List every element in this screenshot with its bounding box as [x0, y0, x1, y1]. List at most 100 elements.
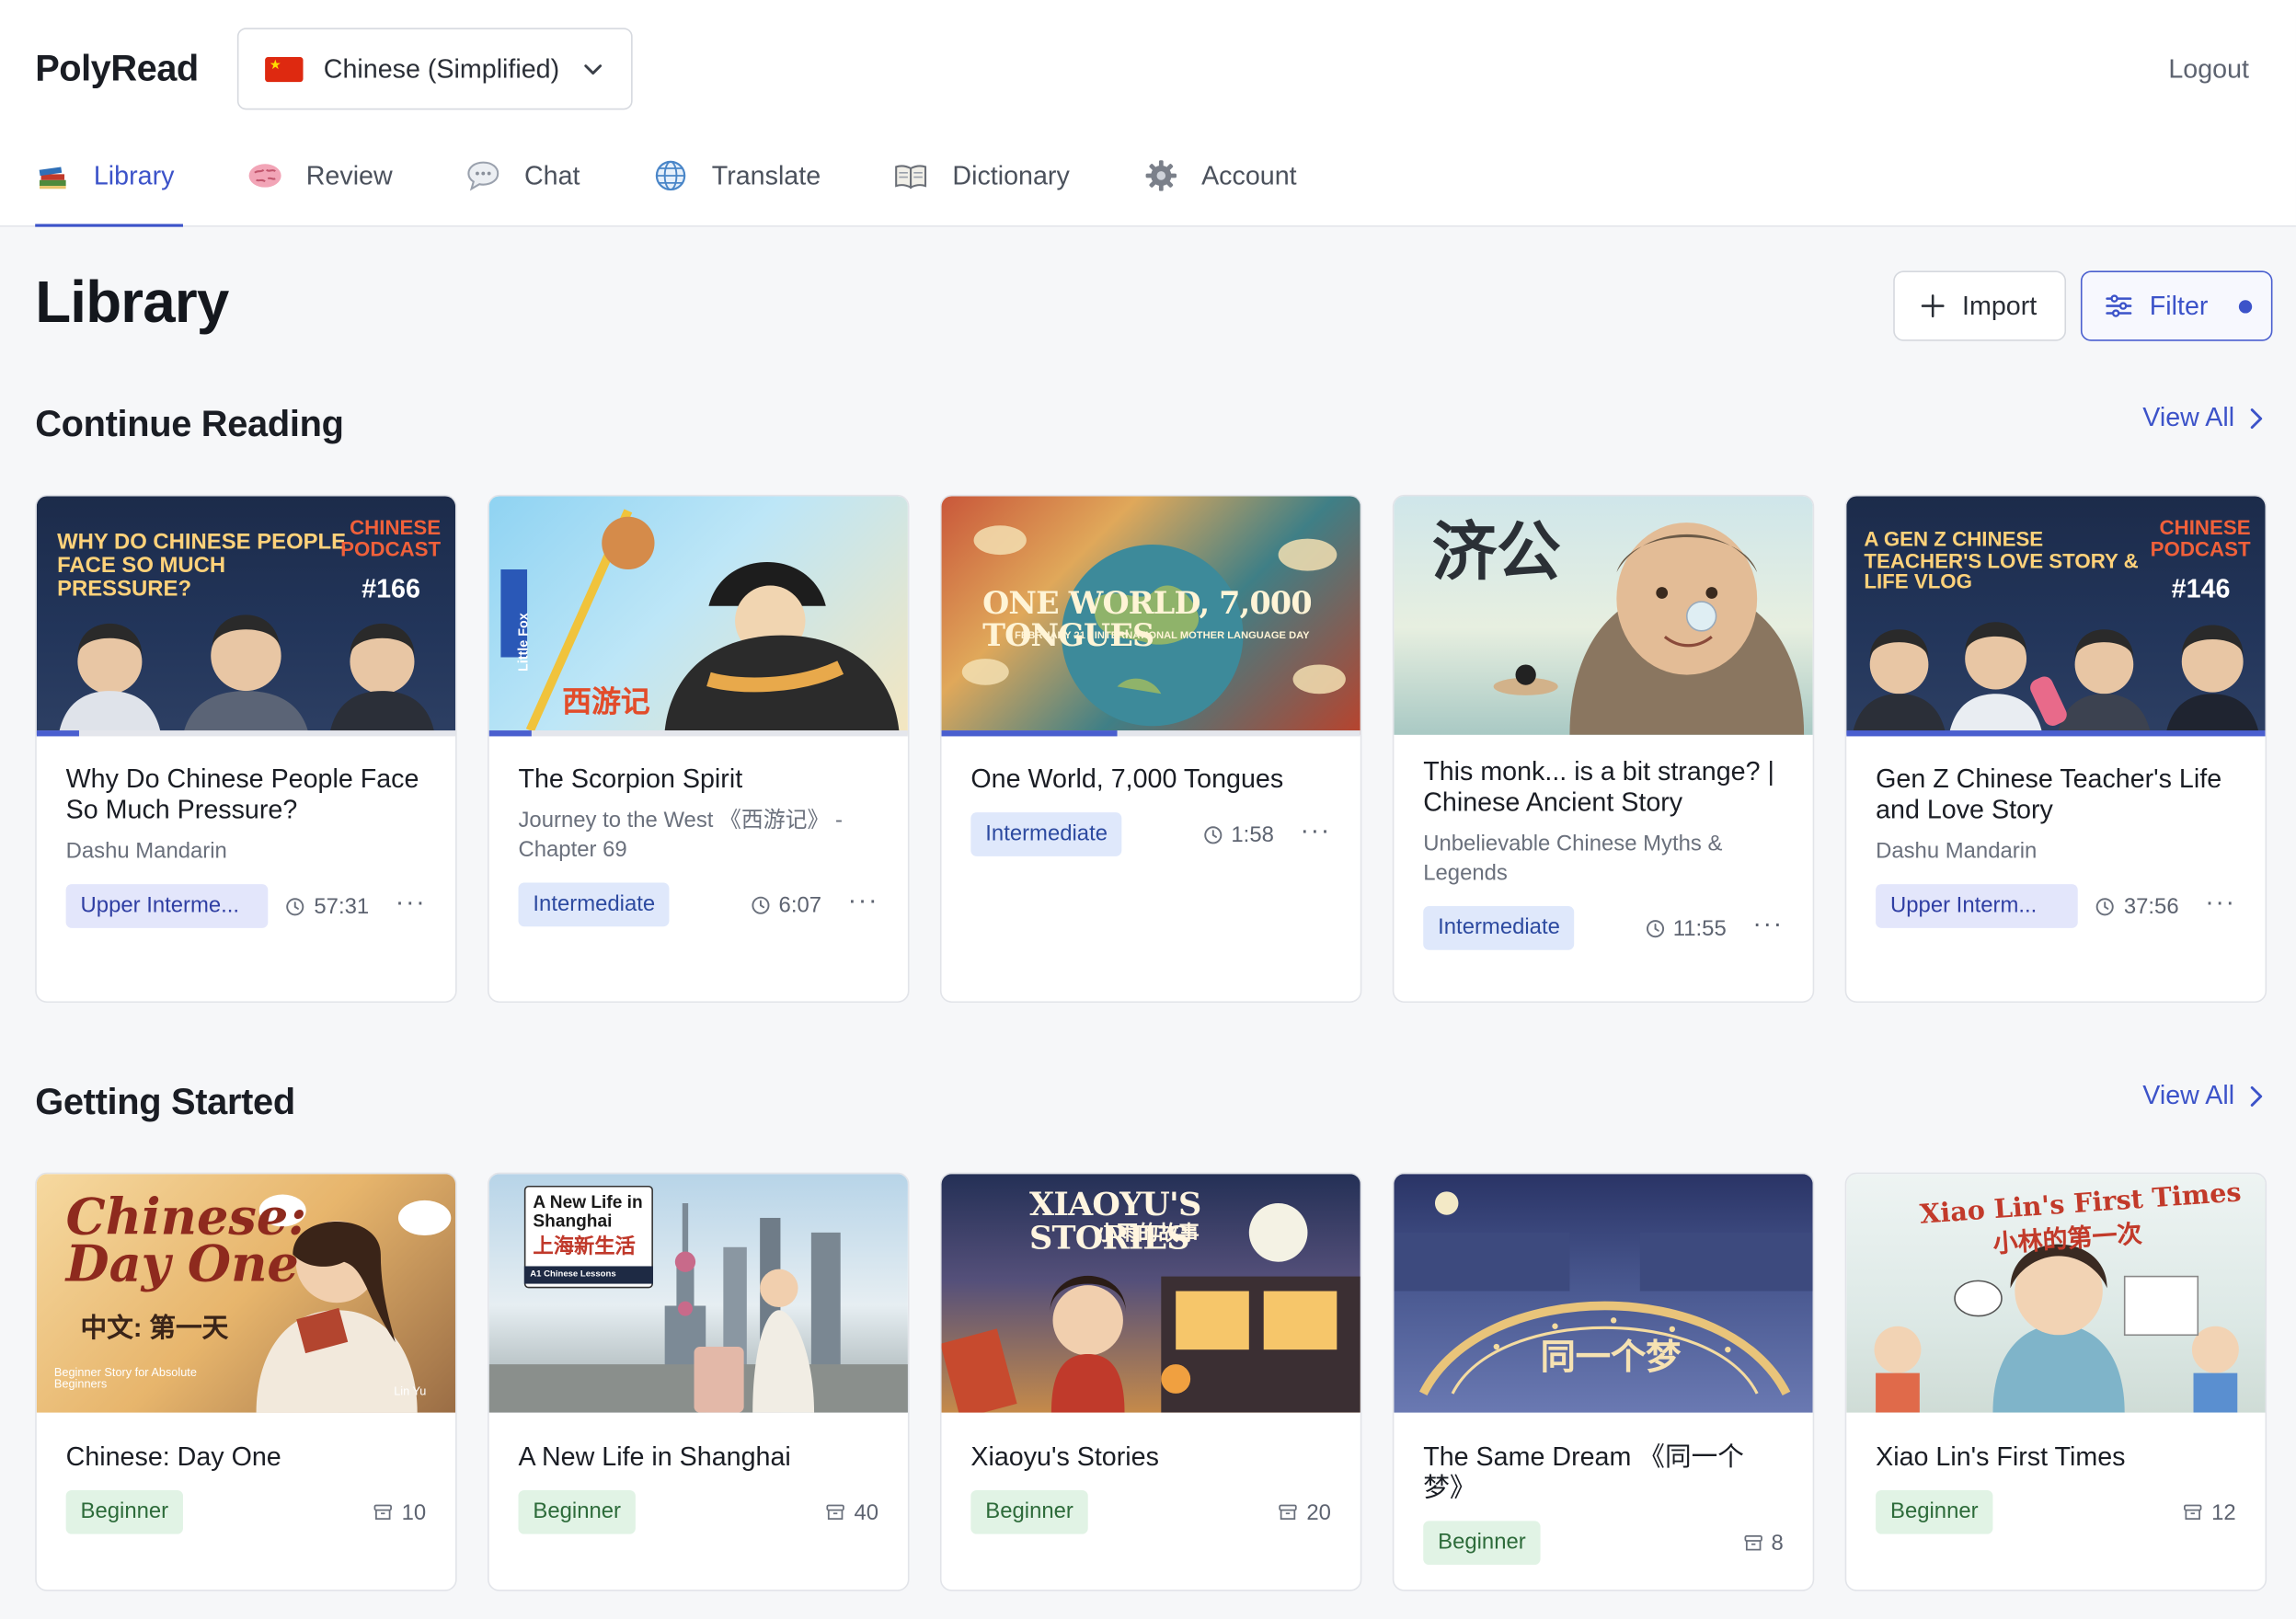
book-title: Chinese: Day One	[65, 1441, 281, 1472]
book-card[interactable]: Xiaoyu's Stories 小雨的故事 Xiaoyu's Stories …	[939, 1172, 1362, 1591]
view-all-continue-reading[interactable]: View All	[2142, 403, 2264, 433]
more-options-icon[interactable]: ···	[2205, 889, 2235, 917]
book-card[interactable]: A New Life in Shanghai 上海新生活 A1 Chinese …	[488, 1172, 910, 1591]
level-badge: Intermediate	[518, 882, 671, 927]
cover-image: 济公	[1394, 496, 1813, 735]
china-flag-icon	[265, 56, 304, 82]
chevron-right-icon	[2250, 408, 2263, 429]
getting-started-list: Chinese: Day One 中文: 第一天 Beginner Story …	[35, 1172, 2267, 1591]
duration: 57:31	[286, 893, 369, 919]
chapter-count: 10	[373, 1499, 426, 1524]
book-title: The Scorpion Spirit	[518, 764, 743, 794]
book-source: Dashu Mandarin	[65, 838, 227, 864]
cover-image: Xiao Lin's First Times 小林的第一次	[1846, 1174, 2266, 1413]
books-icon	[35, 158, 70, 193]
globe-icon	[653, 158, 688, 193]
reading-progress	[1394, 730, 1812, 736]
clock-icon	[2096, 897, 2115, 915]
tab-translate[interactable]: Translate	[653, 142, 821, 226]
chapter-count: 12	[2184, 1499, 2236, 1524]
speech-bubble-icon	[465, 158, 500, 193]
cover-image: 同一个梦	[1394, 1174, 1813, 1413]
language-select[interactable]: Chinese (Simplified)	[236, 28, 633, 110]
more-options-icon[interactable]: ···	[396, 889, 426, 917]
chevron-down-icon	[584, 64, 603, 75]
more-options-icon[interactable]: ···	[848, 887, 878, 916]
app-logo[interactable]: PolyRead	[35, 49, 199, 91]
clock-icon	[1203, 825, 1223, 844]
gear-icon	[1142, 158, 1177, 193]
book-title: The Same Dream 《同一个梦》	[1423, 1441, 1744, 1502]
cover-image: One World, 7,000 Tongues February 21 · I…	[941, 496, 1360, 735]
book-source: Unbelievable Chinese Myths & Legends	[1423, 831, 1723, 886]
level-badge: Upper Interme...	[65, 884, 269, 928]
level-badge: Beginner	[1876, 1489, 1993, 1534]
cover-image: Chinese: Day One 中文: 第一天 Beginner Story …	[36, 1174, 456, 1413]
archive-icon	[826, 1504, 845, 1521]
sliders-icon	[2106, 294, 2132, 317]
import-button[interactable]: Import	[1893, 270, 2067, 341]
book-card[interactable]: 西游记 Little Fox The Scorpion Spirit Journ…	[488, 494, 910, 1004]
book-card[interactable]: Chinese: Day One 中文: 第一天 Beginner Story …	[35, 1172, 457, 1591]
duration: 1:58	[1203, 822, 1274, 847]
level-badge: Beginner	[518, 1489, 636, 1534]
tab-label: Dictionary	[952, 161, 1070, 190]
book-card[interactable]: A Gen Z Chinese teacher's love story & l…	[1844, 494, 2267, 1004]
chapter-count: 8	[1743, 1531, 1784, 1556]
filter-active-indicator	[2238, 299, 2253, 313]
tab-review[interactable]: Review	[247, 142, 393, 226]
tab-dictionary[interactable]: Dictionary	[894, 142, 1070, 226]
reading-progress	[488, 730, 908, 737]
tab-label: Chat	[523, 161, 580, 190]
level-badge: Intermediate	[1423, 906, 1575, 950]
tab-label: Account	[1201, 161, 1297, 190]
book-source: Dashu Mandarin	[1876, 838, 2038, 864]
more-options-icon[interactable]: ···	[1752, 911, 1783, 939]
cover-image: Xiaoyu's Stories 小雨的故事	[941, 1174, 1360, 1413]
tab-chat[interactable]: Chat	[465, 142, 580, 226]
filter-label: Filter	[2149, 290, 2209, 320]
book-title: A New Life in Shanghai	[518, 1441, 791, 1472]
chapter-count: 40	[826, 1499, 878, 1524]
tab-account[interactable]: Account	[1142, 142, 1297, 226]
tab-label: Library	[93, 161, 175, 190]
tab-label: Translate	[711, 161, 821, 190]
archive-icon	[1743, 1535, 1762, 1551]
book-card[interactable]: Why do Chinese people face so much press…	[35, 494, 457, 1004]
book-card[interactable]: 济公 This monk... is a bit strange? | Chin…	[1392, 494, 1815, 1004]
import-label: Import	[1962, 290, 2038, 320]
level-badge: Upper Interm...	[1876, 884, 2078, 928]
tab-library[interactable]: Library	[35, 142, 184, 227]
archive-icon	[1279, 1504, 1298, 1521]
duration: 11:55	[1646, 915, 1727, 940]
language-label: Chinese (Simplified)	[323, 53, 560, 83]
view-all-label: View All	[2142, 1080, 2235, 1110]
top-bar: PolyRead Chinese (Simplified) Logout Lib…	[0, 0, 2296, 227]
more-options-icon[interactable]: ···	[1301, 817, 1331, 845]
level-badge: Beginner	[1423, 1521, 1541, 1566]
cover-image: Why do Chinese people face so much press…	[36, 496, 456, 735]
book-card[interactable]: Xiao Lin's First Times 小林的第一次 Xiao Lin's…	[1844, 1172, 2267, 1591]
view-all-getting-started[interactable]: View All	[2142, 1080, 2264, 1110]
book-card[interactable]: 同一个梦 The Same Dream 《同一个梦》 Beginner 8	[1392, 1172, 1815, 1591]
reading-progress	[36, 730, 456, 737]
chevron-right-icon	[2250, 1085, 2263, 1107]
clock-icon	[286, 897, 305, 915]
reading-progress	[941, 730, 1360, 737]
page-title: Library	[35, 270, 229, 336]
book-title: Xiao Lin's First Times	[1876, 1441, 2126, 1472]
open-book-icon	[894, 158, 929, 193]
plus-icon	[1921, 294, 1945, 317]
level-badge: Beginner	[970, 1489, 1088, 1534]
section-title-continue-reading: Continue Reading	[35, 404, 344, 445]
book-card[interactable]: One World, 7,000 Tongues February 21 · I…	[939, 494, 1362, 1004]
logout-link[interactable]: Logout	[2168, 54, 2249, 85]
duration: 6:07	[751, 892, 821, 917]
filter-button[interactable]: Filter	[2080, 270, 2273, 341]
reading-progress	[1846, 730, 2266, 737]
tab-label: Review	[305, 161, 393, 190]
brain-icon	[247, 158, 282, 193]
view-all-label: View All	[2142, 402, 2235, 432]
cover-image: A New Life in Shanghai 上海新生活 A1 Chinese …	[488, 1174, 908, 1413]
main-nav: Library Review Chat Translate Dictionary…	[35, 142, 1370, 227]
